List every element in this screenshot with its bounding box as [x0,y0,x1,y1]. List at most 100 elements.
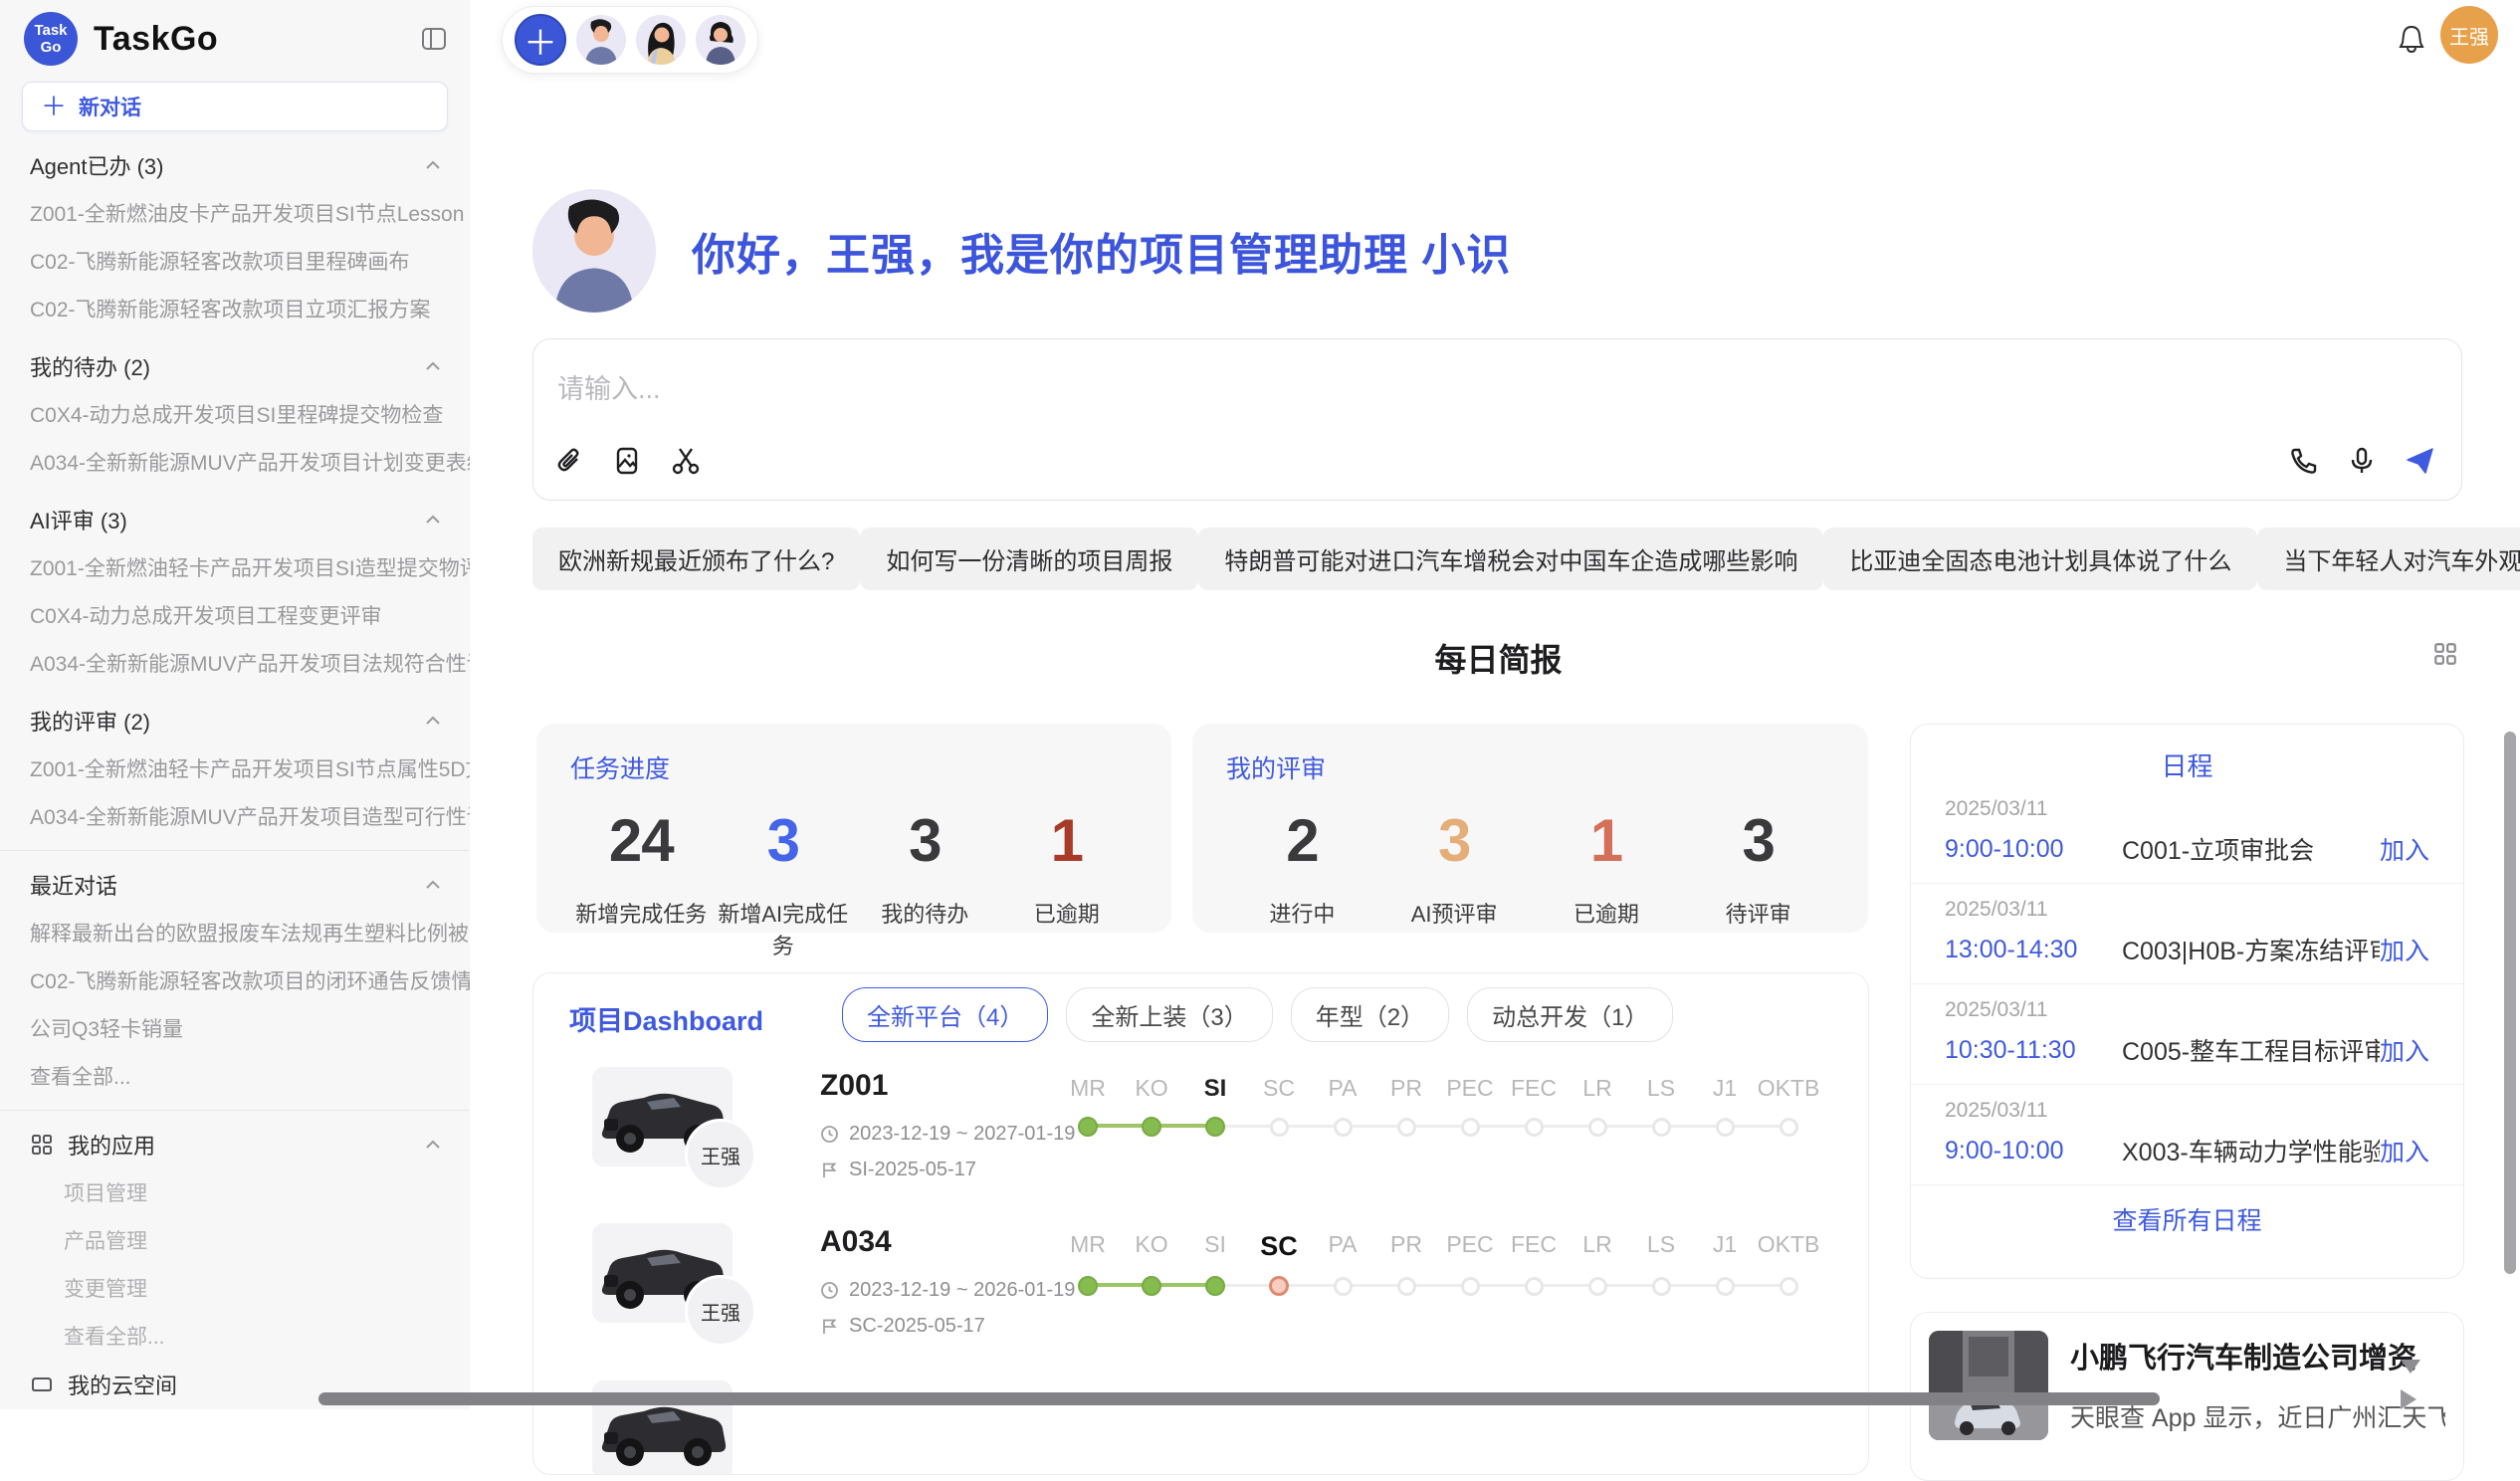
card-title: 我的评审 [1226,749,1834,785]
sidebar-item[interactable]: Z001-全新燃油轻卡产品开发项目SI节点属性5D文件评审 [0,744,470,792]
logo-text-1: Task [34,22,67,39]
stat: 3我的待办 [854,809,996,960]
scroll-right-arrow[interactable] [2401,1389,2416,1409]
stat: 3待评审 [1682,809,1834,929]
suggestion-chip[interactable]: 欧洲新规最近颁布了什么? [532,528,860,590]
view-all-schedule-link[interactable]: 查看所有日程 [1911,1201,2463,1237]
scissors-icon[interactable] [669,444,703,478]
dashboard-header: 项目Dashboard [569,999,763,1038]
sidebar-item[interactable]: C02-飞腾新能源轻客改款项目里程碑画布 [0,237,470,285]
milestone-labels: MRKOSISCPAPRPECFECLRLSJ1OKTB [1056,1075,1820,1103]
sidebar-item[interactable]: C0X4-动力总成开发项目SI里程碑提交物检查 [0,390,470,438]
join-link[interactable]: 加入 [2380,932,2429,967]
chevron-up-icon[interactable] [422,154,444,176]
sidebar-group-my-todo: 我的待办 (2) C0X4-动力总成开发项目SI里程碑提交物检查 A034-全新… [0,342,470,486]
suggestion-chip[interactable]: 比亚迪全固态电池计划具体说了什么 [1823,528,2257,590]
image-icon[interactable] [611,445,643,477]
grid-icon [30,1133,54,1157]
project-code: Z001 [820,1069,888,1103]
group-title[interactable]: Agent已办 (3) [0,141,470,189]
tab-all-new-platform[interactable]: 全新平台（4） [842,987,1048,1042]
sidebar-item[interactable]: A034-全新新能源MUV产品开发项目造型可行性评审 [0,792,470,840]
milestone-dots [1056,1274,1820,1300]
group-title[interactable]: 我的待办 (2) [0,342,470,390]
chevron-up-icon[interactable] [422,710,444,732]
chevron-up-icon[interactable] [422,1134,444,1156]
stat: 1已逾期 [996,809,1139,960]
group-title[interactable]: 我的应用 [0,1121,470,1168]
app-view-all[interactable]: 查看全部... [0,1312,470,1360]
recent-chat-view-all[interactable]: 查看全部... [0,1052,470,1100]
horizontal-scrollbar[interactable] [318,1392,2160,1405]
sidebar-group-ai-review: AI评审 (3) Z001-全新燃油轻卡产品开发项目SI造型提交物评审 C0X4… [0,496,470,687]
send-icon[interactable] [2404,444,2437,478]
project-owner-badge: 王强 [685,1119,756,1190]
attachment-icon[interactable] [553,445,585,477]
chat-input-placeholder: 请输入... [557,367,661,406]
tab-powertrain-dev[interactable]: 动总开发（1） [1467,987,1673,1042]
sidebar-item[interactable]: C0X4-动力总成开发项目工程变更评审 [0,591,470,639]
join-link[interactable]: 加入 [2380,831,2429,867]
suggestion-chip[interactable]: 当下年轻人对汽车外观有怎样的喜好趋势 [2257,528,2520,590]
stat: 3新增AI完成任务 [713,809,855,960]
milestone-dots [1056,1115,1820,1141]
chevron-up-icon[interactable] [422,874,444,896]
schedule-event: 2025/03/11 9:00-10:00 C001-立项审批会 加入 [1911,783,2463,884]
suggestion-chip[interactable]: 如何写一份清晰的项目周报 [860,528,1198,590]
project-owner-badge: 王强 [685,1275,756,1347]
group-title[interactable]: AI评审 (3) [0,496,470,543]
chevron-up-icon[interactable] [422,509,444,530]
join-link[interactable]: 加入 [2380,1032,2429,1068]
sidebar-item[interactable]: A034-全新新能源MUV产品开发项目法规符合性评审 [0,639,470,687]
recent-chat-item[interactable]: C02-飞腾新能源轻客改款项目的闭环通告反馈情况 [0,956,470,1004]
schedule-card: 日程 2025/03/11 9:00-10:00 C001-立项审批会 加入 2… [1910,724,2464,1279]
sidebar-group-my-review: 我的评审 (2) Z001-全新燃油轻卡产品开发项目SI节点属性5D文件评审 A… [0,697,470,840]
recent-chat-item[interactable]: 解释最新出台的欧盟报废车法规再生塑料比例被调至15%... [0,909,470,956]
logo-text-2: Go [41,39,62,56]
recent-chat-item[interactable]: 公司Q3轻卡销量 [0,1004,470,1052]
clock-icon [820,1281,839,1300]
scroll-down-arrow[interactable] [2401,1360,2420,1374]
app-item[interactable]: 项目管理 [0,1168,470,1216]
milestone-chain: MRKOSISCPAPRPECFECLRLSJ1OKTB [1056,1075,1820,1141]
event-name: C005-整车工程目标评审 [2122,1032,2380,1068]
event-date: 2025/03/11 [1945,998,2429,1022]
tab-year-model[interactable]: 年型（2） [1291,987,1449,1042]
new-chat-button[interactable]: ＋ 新对话 [22,82,448,131]
milestone-labels: MRKOSISCPAPRPECFECLRLSJ1OKTB [1056,1231,1820,1262]
project-row[interactable]: 王强 Z001 2023-12-19 ~ 2027-01-19 SI-2025-… [533,1067,1868,1236]
vertical-scrollbar[interactable] [2504,732,2516,1274]
suggestion-chip[interactable]: 特朗普可能对进口汽车增税会对中国车企造成哪些影响 [1198,528,1823,590]
app-item[interactable]: 产品管理 [0,1216,470,1264]
microphone-icon[interactable] [2346,445,2378,477]
sidebar-item[interactable]: Z001-全新燃油轻卡产品开发项目SI造型提交物评审 [0,543,470,591]
sidebar-collapse-icon[interactable] [420,25,448,53]
join-link[interactable]: 加入 [2380,1133,2429,1168]
sidebar-group-recent: 最近对话 解释最新出台的欧盟报废车法规再生塑料比例被调至15%... C02-飞… [0,861,470,1100]
group-title[interactable]: 最近对话 [0,861,470,909]
input-toolbar-left [553,444,703,478]
layout-grid-icon[interactable] [2432,641,2458,667]
stats-row: 24新增完成任务 3新增AI完成任务 3我的待办 1已逾期 [570,809,1138,960]
divider [0,850,470,851]
daily-briefing-title: 每日简报 [532,635,2464,681]
flag-icon [820,1161,839,1179]
event-time: 13:00-14:30 [1945,936,2122,964]
tab-all-new-body[interactable]: 全新上装（3） [1066,987,1272,1042]
greeting-text: 你好，王强，我是你的项目管理助理 小识 [692,219,1511,283]
sidebar-item[interactable]: Z001-全新燃油皮卡产品开发项目SI节点Lesson Learn报告 [0,189,470,237]
stats-row: 2进行中 3AI预评审 1已逾期 3待评审 [1226,809,1834,929]
content-column: 你好，王强，我是你的项目管理助理 小识 请输入... [532,0,2464,1409]
chat-input[interactable]: 请输入... [532,338,2462,501]
main-area: ＋ 王强 你好，王强，我是你的项目管理助理 小识 请输入... [470,0,2520,1409]
chevron-up-icon[interactable] [422,355,444,377]
taskgo-app: { "sidebar": { "logo_line1": "Task", "lo… [0,0,2520,1409]
project-row[interactable]: 王强 A034 2023-12-19 ~ 2026-01-19 SC-2025-… [533,1223,1868,1392]
sidebar-item[interactable]: A034-全新新能源MUV产品开发项目计划变更表编写 [0,438,470,486]
group-title[interactable]: 我的评审 (2) [0,697,470,744]
event-date: 2025/03/11 [1945,797,2429,821]
sidebar-item[interactable]: C02-飞腾新能源轻客改款项目立项汇报方案 [0,285,470,332]
phone-icon[interactable] [2288,445,2320,477]
app-item[interactable]: 变更管理 [0,1264,470,1312]
schedule-event: 2025/03/11 10:30-11:30 C005-整车工程目标评审 加入 [1911,984,2463,1085]
